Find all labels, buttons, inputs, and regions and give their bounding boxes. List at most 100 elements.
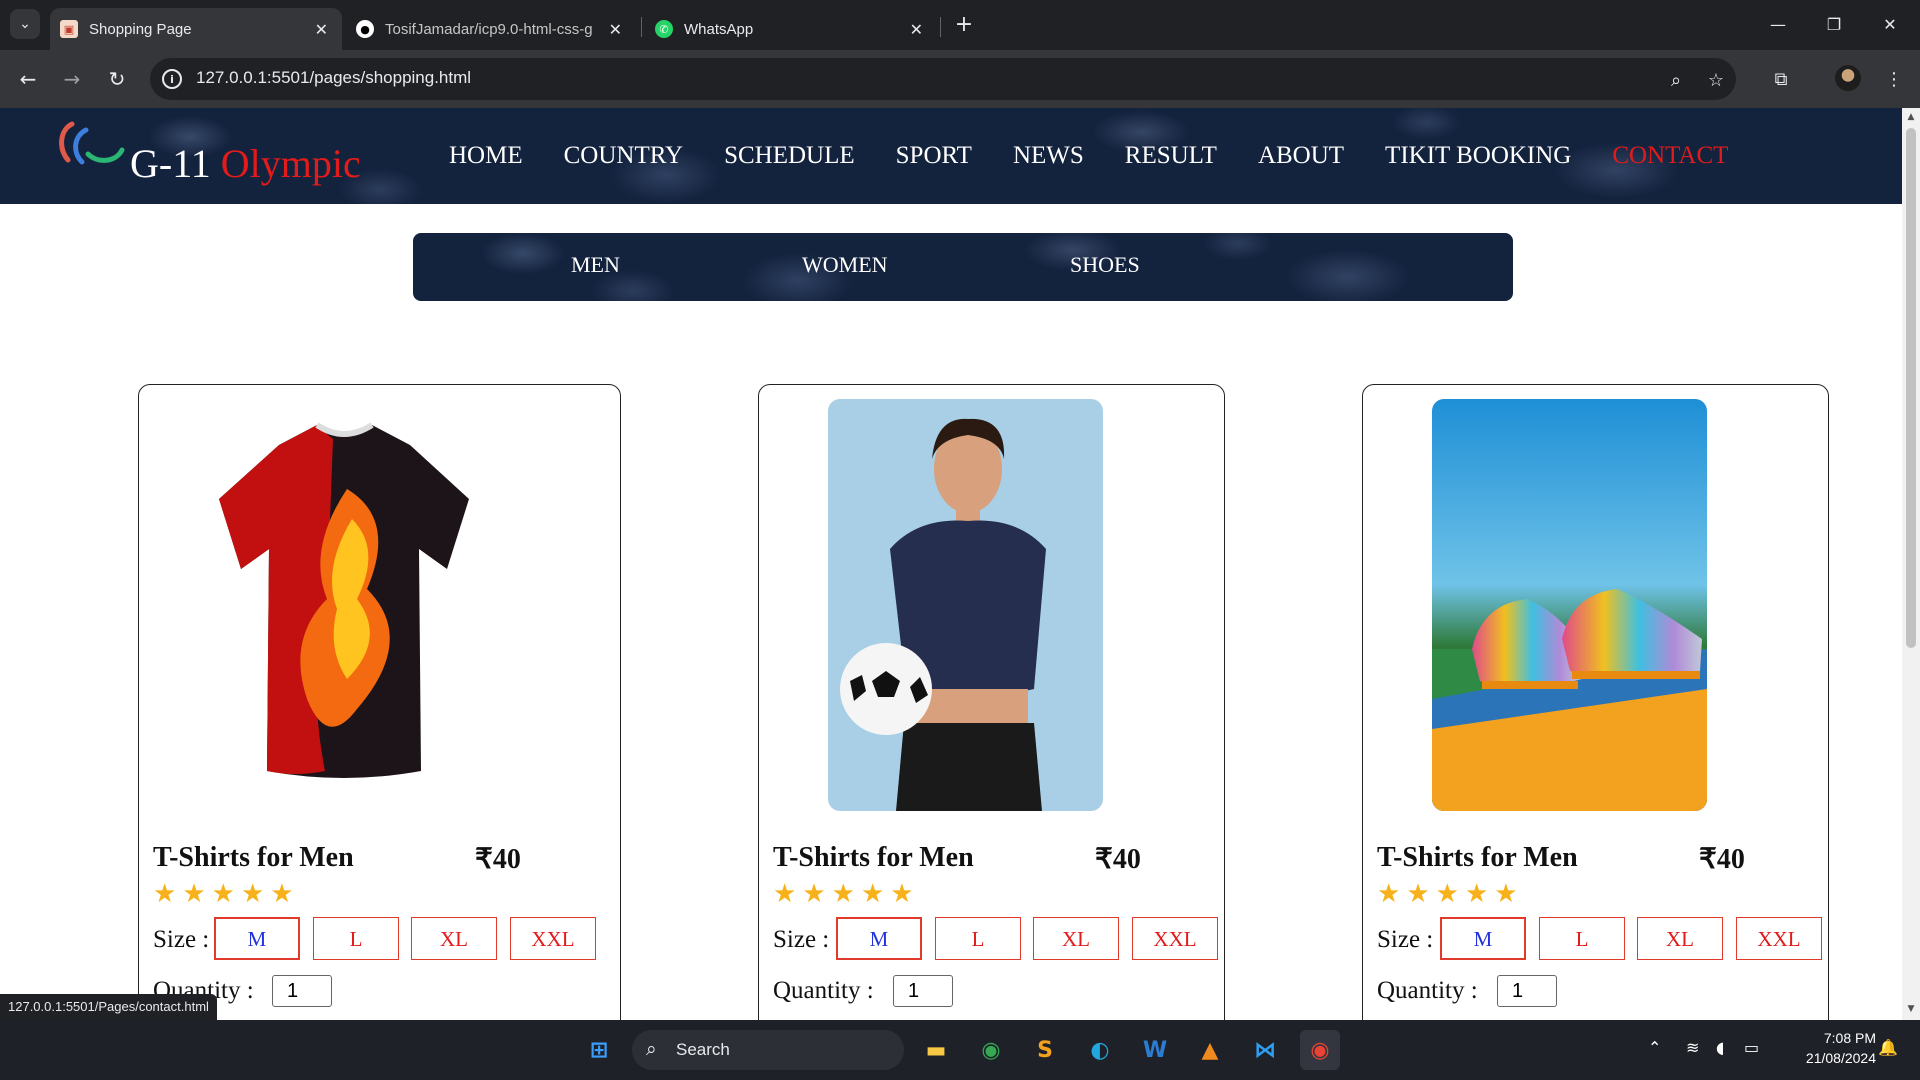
nav-tikit-booking[interactable]: TIKIT BOOKING [1385,142,1571,170]
reload-icon[interactable]: ↻ [101,63,133,95]
taskbar-search[interactable]: ⌕ Search [632,1030,904,1070]
vlc-icon[interactable]: ▲ [1190,1030,1230,1070]
site-brand[interactable]: G-11 Olympic [130,140,361,187]
quantity-label: Quantity : [773,977,874,1004]
site-info-icon[interactable]: i [162,69,182,89]
product-image-football-shoes[interactable] [1432,399,1707,811]
size-label: Size : [773,926,830,953]
nav-news[interactable]: NEWS [1013,142,1084,170]
size-button-xxl[interactable]: XXL [510,917,596,960]
whatsapp-icon: ✆ [655,20,673,38]
back-icon[interactable]: ← [12,63,44,95]
scroll-down-icon[interactable]: ▼ [1906,1004,1916,1014]
sublime-icon[interactable]: S [1025,1030,1065,1070]
olympic-logo-icon[interactable] [52,116,126,172]
forward-icon[interactable]: → [56,63,88,95]
main-nav: HOME COUNTRY SCHEDULE SPORT NEWS RESULT … [449,142,1769,170]
product-image-woman-football[interactable] [828,399,1103,811]
scrollbar-thumb[interactable] [1906,128,1916,648]
notification-bell-icon[interactable]: 🔔 [1878,1038,1898,1057]
quantity-input[interactable] [893,975,953,1007]
close-tab-icon[interactable]: ✕ [910,20,923,39]
profile-avatar[interactable] [1835,65,1861,91]
windows-start-icon[interactable]: ⊞ [579,1030,619,1070]
tab-github[interactable]: ● TosifJamadar/icp9.0-html-css-g ✕ [346,8,636,50]
subnav-men[interactable]: MEN [571,252,620,278]
size-button-l[interactable]: L [313,917,399,960]
size-button-xxl[interactable]: XXL [1132,917,1218,960]
address-bar[interactable]: i 127.0.0.1:5501/pages/shopping.html ⌕ ☆ [150,58,1736,100]
quantity-input[interactable] [1497,975,1557,1007]
site-header: G-11 Olympic HOME COUNTRY SCHEDULE SPORT… [0,108,1902,204]
file-explorer-icon[interactable]: ▬ [916,1030,956,1070]
size-button-xl[interactable]: XL [1033,917,1119,960]
nav-sport[interactable]: SPORT [896,142,972,170]
vscode-icon[interactable]: ⋈ [1245,1030,1285,1070]
restore-icon[interactable]: ❐ [1806,8,1862,40]
rating-stars: ★ ★ ★ ★ ★ [773,881,914,907]
size-label: Size : [153,926,210,953]
nav-country[interactable]: COUNTRY [564,142,683,170]
address-url[interactable]: 127.0.0.1:5501/pages/shopping.html [196,68,471,88]
nav-result[interactable]: RESULT [1125,142,1217,170]
close-tab-icon[interactable]: ✕ [315,20,328,39]
volume-icon[interactable]: ◖ [1716,1038,1724,1057]
search-icon: ⌕ [646,1038,657,1060]
subnav-shoes[interactable]: SHOES [1070,252,1140,278]
tray-chevron-icon[interactable]: ⌃ [1648,1038,1661,1057]
nav-schedule[interactable]: SCHEDULE [724,142,855,170]
minimize-icon[interactable]: — [1750,8,1806,40]
nav-contact[interactable]: CONTACT [1612,142,1728,170]
brand-olympic: Olympic [220,141,361,186]
browser-toolbar: ← → ↻ i 127.0.0.1:5501/pages/shopping.ht… [0,50,1920,108]
page-scrollbar[interactable]: ▲ ▼ [1902,108,1920,1020]
tab-title: WhatsApp [684,20,754,38]
extensions-icon[interactable]: ⧉ [1765,63,1797,95]
menu-dots-icon[interactable]: ⋮ [1878,63,1910,95]
product-image-fire-tshirt[interactable] [207,399,482,811]
star-icon: ★ [860,879,885,909]
product-title: T-Shirts for Men [1377,842,1578,873]
size-button-xl[interactable]: XL [411,917,497,960]
taskbar-clock[interactable]: 7:08 PM 21/08/2024 [1780,1028,1876,1068]
scroll-up-icon[interactable]: ▲ [1906,112,1916,122]
size-button-l[interactable]: L [1539,917,1625,960]
tab-shopping-page[interactable]: ▣ Shopping Page ✕ [50,8,342,50]
bookmark-star-icon[interactable]: ☆ [1704,68,1728,92]
tab-whatsapp[interactable]: ✆ WhatsApp ✕ [645,8,937,50]
search-label: Search [676,1040,730,1059]
quantity-label: Quantity : [1377,977,1478,1004]
product-price: ₹40 [475,844,521,875]
close-tab-icon[interactable]: ✕ [609,20,622,39]
zoom-icon[interactable]: ⌕ [1664,68,1688,92]
battery-icon[interactable]: ▭ [1744,1038,1759,1057]
star-icon: ★ [1494,879,1518,909]
quantity-input[interactable] [272,975,332,1007]
star-icon: ★ [890,879,914,909]
chrome-active-icon[interactable]: ◉ [1300,1030,1340,1070]
tab-search-chevron-icon[interactable]: ⌄ [10,9,40,39]
star-icon: ★ [153,879,177,909]
tab-title: TosifJamadar/icp9.0-html-css-g [385,20,593,38]
size-button-xl[interactable]: XL [1637,917,1723,960]
size-button-m[interactable]: M [836,917,922,960]
nav-about[interactable]: ABOUT [1258,142,1344,170]
new-tab-icon[interactable]: + [950,10,978,38]
size-button-xxl[interactable]: XXL [1736,917,1822,960]
link-status-bubble: 127.0.0.1:5501/Pages/contact.html [0,994,217,1020]
size-button-m[interactable]: M [1440,917,1526,960]
nav-home[interactable]: HOME [449,142,523,170]
star-icon: ★ [773,879,797,909]
chrome-icon[interactable]: ◉ [971,1030,1011,1070]
star-icon: ★ [831,879,855,909]
size-button-m[interactable]: M [214,917,300,960]
star-icon: ★ [211,879,235,909]
size-button-l[interactable]: L [935,917,1021,960]
page-viewport: G-11 Olympic HOME COUNTRY SCHEDULE SPORT… [0,108,1902,1020]
wifi-icon[interactable]: ≋ [1686,1038,1699,1057]
subnav-women[interactable]: WOMEN [802,252,888,278]
edge-icon[interactable]: ◐ [1080,1030,1120,1070]
close-window-icon[interactable]: ✕ [1862,8,1918,40]
word-icon[interactable]: W [1135,1030,1175,1070]
tab-title: Shopping Page [89,20,192,38]
